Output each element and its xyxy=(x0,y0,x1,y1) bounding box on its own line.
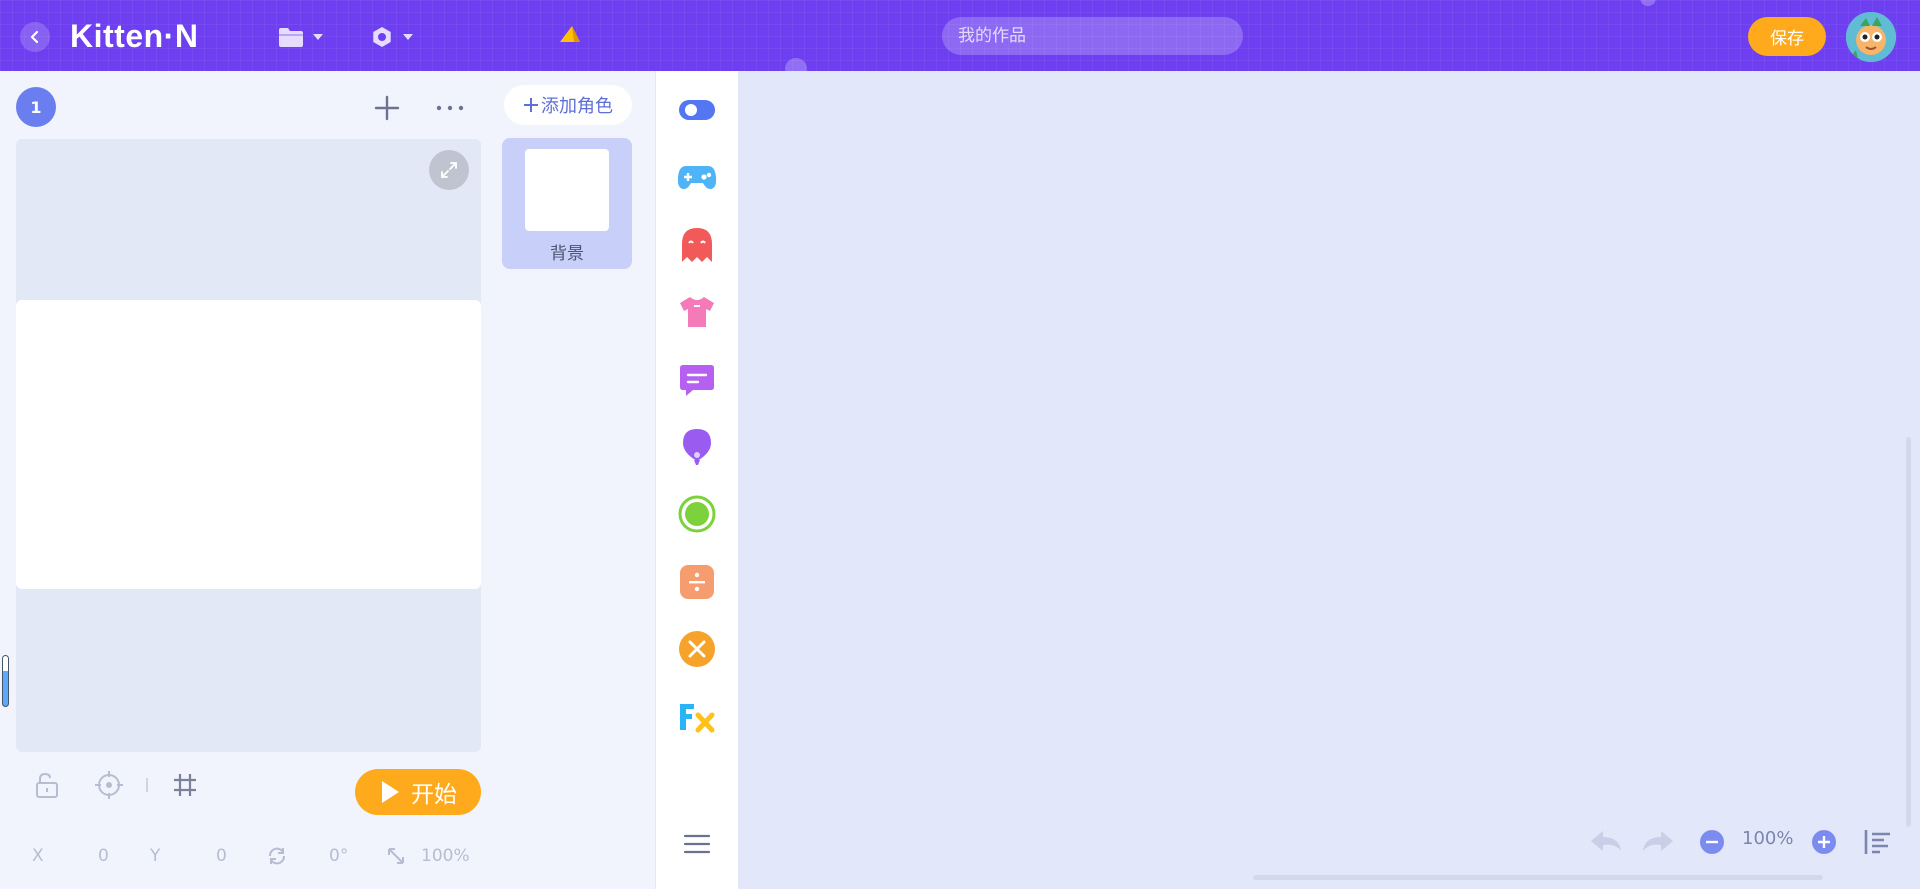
fx-icon xyxy=(680,704,715,733)
rotate-icon xyxy=(269,847,285,865)
toggle-icon xyxy=(679,100,715,120)
add-sprite-button[interactable]: 添加角色 xyxy=(504,85,632,125)
sprite-card-background[interactable]: 背景 xyxy=(502,138,632,269)
ghost-icon xyxy=(682,228,712,262)
x-value[interactable]: 0 xyxy=(98,846,109,866)
scale-value[interactable]: 100% xyxy=(421,846,470,866)
circle-target-icon xyxy=(678,495,716,533)
app-logo: Kitten·N xyxy=(70,17,199,54)
speech-bubble-icon xyxy=(680,365,714,396)
shirt-icon xyxy=(680,297,714,327)
fullscreen-button[interactable] xyxy=(429,150,469,190)
target-button[interactable] xyxy=(92,768,126,802)
project-title-input[interactable] xyxy=(942,17,1243,55)
balloon-icon xyxy=(683,429,711,465)
category-menu-button[interactable] xyxy=(676,823,718,865)
category-sensing[interactable] xyxy=(676,493,718,535)
play-icon xyxy=(382,781,399,803)
toolbar-divider xyxy=(146,778,148,792)
category-operators[interactable] xyxy=(676,561,718,603)
avatar-character-icon xyxy=(1846,12,1896,62)
grid-icon xyxy=(174,774,196,796)
chevron-left-icon xyxy=(30,30,39,44)
y-label: Y xyxy=(150,846,161,866)
unlock-icon xyxy=(36,772,58,798)
more-dots-icon xyxy=(436,105,464,111)
start-button[interactable]: 开始 xyxy=(355,769,481,815)
plus-circle-icon xyxy=(1812,830,1836,854)
multiply-icon xyxy=(679,631,715,667)
category-event[interactable] xyxy=(676,89,718,131)
x-label: X xyxy=(32,846,44,866)
category-audio[interactable] xyxy=(676,426,718,468)
resize-icon xyxy=(388,848,404,864)
top-header: Kitten·N 保存 xyxy=(0,0,1920,71)
plus-icon xyxy=(374,95,400,121)
align-blocks-button[interactable] xyxy=(1862,826,1894,858)
category-appearance[interactable] xyxy=(676,291,718,333)
category-action[interactable] xyxy=(676,224,718,266)
category-functions[interactable] xyxy=(676,696,718,738)
add-scene-button[interactable] xyxy=(370,91,404,125)
workspace-horizontal-scrollbar[interactable] xyxy=(1253,875,1823,880)
lock-button[interactable] xyxy=(30,768,64,802)
align-left-icon xyxy=(1864,830,1890,854)
sprite-label: 背景 xyxy=(550,244,584,264)
volume-slider[interactable] xyxy=(2,655,9,707)
sprite-panel: 添加角色 背景 xyxy=(496,71,655,889)
category-dialog[interactable] xyxy=(676,359,718,401)
zoom-in-button[interactable] xyxy=(1810,828,1838,856)
sprite-coordinates: X 0 Y 0 0° 100% xyxy=(0,841,496,871)
divide-icon xyxy=(680,565,714,599)
scene-number-badge[interactable]: 1 xyxy=(16,87,56,127)
user-avatar[interactable] xyxy=(1846,12,1896,62)
pen-decoration-icon xyxy=(560,26,580,42)
y-value[interactable]: 0 xyxy=(216,846,227,866)
crosshair-icon xyxy=(95,771,123,799)
gear-icon xyxy=(373,27,391,47)
stage-panel: 1 开始 X 0 Y 0 0° 100% xyxy=(0,71,496,889)
stage-area[interactable] xyxy=(16,139,481,752)
category-control[interactable] xyxy=(676,156,718,198)
rotation-value[interactable]: 0° xyxy=(329,846,348,866)
stage-canvas[interactable] xyxy=(16,300,481,589)
redo-button[interactable] xyxy=(1640,825,1676,857)
workspace-vertical-scrollbar[interactable] xyxy=(1906,437,1911,827)
caret-down-icon xyxy=(403,34,413,40)
settings-menu-button[interactable] xyxy=(370,22,414,52)
hamburger-menu-icon xyxy=(683,834,711,854)
start-label: 开始 xyxy=(411,781,457,807)
zoom-level: 100% xyxy=(1742,828,1794,849)
grid-toggle-button[interactable] xyxy=(168,768,202,802)
category-variables[interactable] xyxy=(676,628,718,670)
folder-icon xyxy=(279,28,303,47)
back-button[interactable] xyxy=(20,22,50,52)
undo-icon xyxy=(1591,831,1621,851)
redo-icon xyxy=(1643,831,1673,851)
caret-down-icon xyxy=(313,34,323,40)
file-menu-button[interactable] xyxy=(278,22,324,52)
plus-icon xyxy=(524,98,538,112)
minus-circle-icon xyxy=(1700,830,1724,854)
save-button[interactable]: 保存 xyxy=(1748,17,1826,56)
code-workspace[interactable]: 100% xyxy=(738,71,1920,889)
more-options-button[interactable] xyxy=(433,91,467,125)
expand-icon xyxy=(441,162,457,178)
zoom-out-button[interactable] xyxy=(1698,828,1726,856)
sprite-thumbnail xyxy=(525,149,609,231)
add-sprite-label: 添加角色 xyxy=(541,96,613,116)
block-category-bar xyxy=(655,71,738,889)
undo-button[interactable] xyxy=(1588,825,1624,857)
gamepad-icon xyxy=(677,166,717,189)
